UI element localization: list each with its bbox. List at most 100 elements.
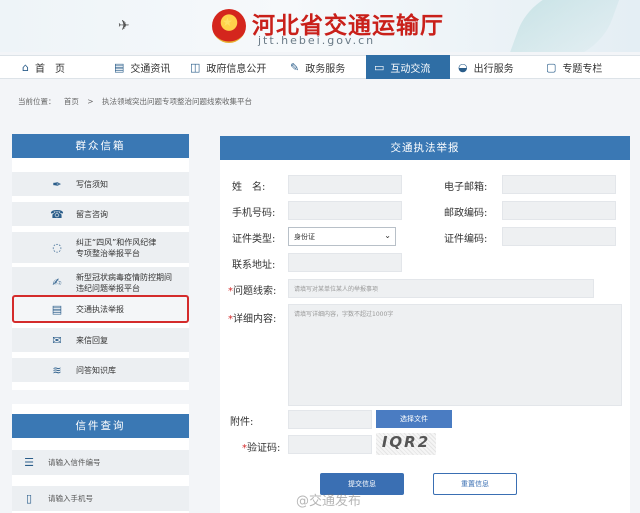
pen-icon: ✒ [52,177,62,191]
query-letter-id-input[interactable]: ☰ 请输入信件编号 [12,450,189,476]
breadcrumb-prefix: 当前位置： [18,97,56,106]
nav-label: 出行服务 [473,63,514,75]
nav-label: 首 页 [34,63,65,75]
address-input[interactable] [288,253,402,272]
label-line1: 纠正“四风”和作风纪律 [76,237,157,247]
nav-interaction[interactable]: ▭ 互动交流 [366,55,450,79]
nav-label: 交通资讯 [130,63,171,75]
sidebar-item-traffic-report[interactable]: ▤ 交通执法举报 [12,295,189,323]
breadcrumb-current: 执法领域突出问题专项整治问题线索收集平台 [101,97,252,106]
nav-gov-info[interactable]: ◫ 政府信息公开 [182,55,282,79]
sidebar-item-label: 纠正“四风”和作风纪律 专项整治举报平台 [76,237,156,259]
breadcrumb-separator: > [87,97,94,106]
label-line2: 违纪问题举报平台 [76,283,140,293]
phone-label: 手机号码: [232,208,276,219]
sidebar-item-label: 来信回复 [76,335,108,345]
site-url: jtt.hebei.gov.cn [258,34,376,47]
breadcrumb-home-link[interactable]: 首页 [64,97,79,106]
captcha-input[interactable] [288,435,372,454]
edit-icon: ✍ [52,276,62,289]
address-label: 联系地址: [232,260,276,271]
book-icon: ◫ [190,60,201,74]
phone-input[interactable] [288,201,402,220]
detail-label-text: 详细内容: [233,314,277,325]
detail-textarea[interactable]: 请填写详细内容，字数不超过1000字 [288,304,622,406]
site-header: ✈ 河北省交通运输厅 jtt.hebei.gov.cn [0,0,640,52]
clue-label-text: 问题线索: [233,286,277,297]
sidebar-item-label: 交通执法举报 [76,304,124,314]
nav-label: 专题专栏 [562,63,603,75]
bird-icon: ✈ [118,18,130,34]
idtype-label: 证件类型: [232,234,276,245]
main-nav: ⌂ 首 页 ▤ 交通资讯 ◫ 政府信息公开 ✎ 政务服务 ▭ 互动交流 ◒ 出行… [0,55,640,79]
idtype-value: 身份证 [294,233,315,241]
name-label: 姓 名: [232,182,266,193]
attach-filename-field [288,410,372,429]
chat-icon: ▭ [374,60,385,74]
mailbox-title: 群众信箱 [12,134,189,158]
clue-input[interactable]: 请填写对某单位某人的举报事项 [288,279,594,298]
label-line1: 新型冠状病毒疫情防控期间 [76,272,172,282]
clue-label: *问题线索: [228,286,277,297]
report-form: 交通执法举报 姓 名: 电子邮箱: 手机号码: 邮政编码: 证件类型: 身份证 … [220,136,630,513]
nav-home[interactable]: ⌂ 首 页 [14,55,106,79]
sidebar-item-label: 写信须知 [76,179,108,189]
choose-file-button[interactable]: 选择文件 [376,410,452,428]
decorative-leaf [507,0,623,52]
nav-news[interactable]: ▤ 交通资讯 [106,55,182,79]
detail-label: *详细内容: [228,314,277,325]
sidebar-item-label: 留言咨询 [76,209,108,219]
sidebar-item-label: 新型冠状病毒疫情防控期间 违纪问题举报平台 [76,272,172,294]
captcha-label-text: 验证码: [247,443,281,454]
nav-label: 政务服务 [305,63,346,75]
email-label: 电子邮箱: [444,182,488,193]
edit-icon: ✎ [290,60,300,74]
postcode-input[interactable] [502,201,616,220]
query-title: 信件查询 [12,414,189,438]
mail-icon: ✉ [52,333,62,347]
query-input-placeholder: 请输入信件编号 [48,458,101,467]
idtype-select[interactable]: 身份证 ⌄ [288,227,396,246]
idnum-input[interactable] [502,227,616,246]
home-icon: ⌂ [22,60,29,74]
captcha-label: *验证码: [242,443,281,454]
query-panel: 信件查询 ☰ 请输入信件编号 ▯ 请输入手机号 [12,404,189,513]
sidebar-item-four-winds[interactable]: ◌ 纠正“四风”和作风纪律 专项整治举报平台 [12,232,189,264]
nav-travel[interactable]: ◒ 出行服务 [450,55,538,79]
breadcrumb: 当前位置： 首页 > 执法领域突出问题专项整治问题线索收集平台 [18,96,258,107]
phone-icon: ☎ [50,207,64,221]
sidebar-item-notice[interactable]: ✒ 写信须知 [12,172,189,197]
name-input[interactable] [288,175,402,194]
label-line2: 专项整治举报平台 [76,248,140,258]
form-title: 交通执法举报 [220,136,630,160]
detail-placeholder: 请填写详细内容，字数不超过1000字 [294,311,394,318]
list-icon: ☰ [24,456,34,469]
weibo-watermark: @交通发布 [296,494,362,509]
document-icon: ▤ [114,60,125,74]
stack-icon: ≋ [52,363,62,377]
sidebar-item-faq[interactable]: ≋ 问答知识库 [12,358,189,383]
sidebar-item-consult[interactable]: ☎ 留言咨询 [12,202,189,227]
nav-label: 互动交流 [390,63,431,75]
nav-services[interactable]: ✎ 政务服务 [282,55,366,79]
query-input-placeholder: 请输入手机号 [48,494,93,503]
nav-topics[interactable]: ▢ 专题专栏 [538,55,624,79]
sidebar-item-reply[interactable]: ✉ 来信回复 [12,328,189,353]
mobile-icon: ▯ [25,492,33,505]
idnum-label: 证件编码: [444,234,488,245]
clue-placeholder: 请填写对某单位某人的举报事项 [294,286,379,293]
sidebar-item-label: 问答知识库 [76,365,116,375]
reset-button[interactable]: 重置信息 [433,473,517,495]
postcode-label: 邮政编码: [444,208,488,219]
folder-icon: ▢ [546,60,557,74]
national-emblem-icon [212,9,246,43]
captcha-image[interactable]: IQR2 [376,433,436,455]
nav-label: 政府信息公开 [206,63,267,75]
document-icon: ▤ [51,302,63,316]
mailbox-panel: 群众信箱 ✒ 写信须知 ☎ 留言咨询 ◌ 纠正“四风”和作风纪律 专项整治举报平台… [12,134,189,390]
bulb-icon: ◌ [52,241,62,254]
query-phone-input[interactable]: ▯ 请输入手机号 [12,486,189,512]
email-input[interactable] [502,175,616,194]
car-icon: ◒ [458,60,468,74]
attach-label: 附件: [230,417,254,428]
